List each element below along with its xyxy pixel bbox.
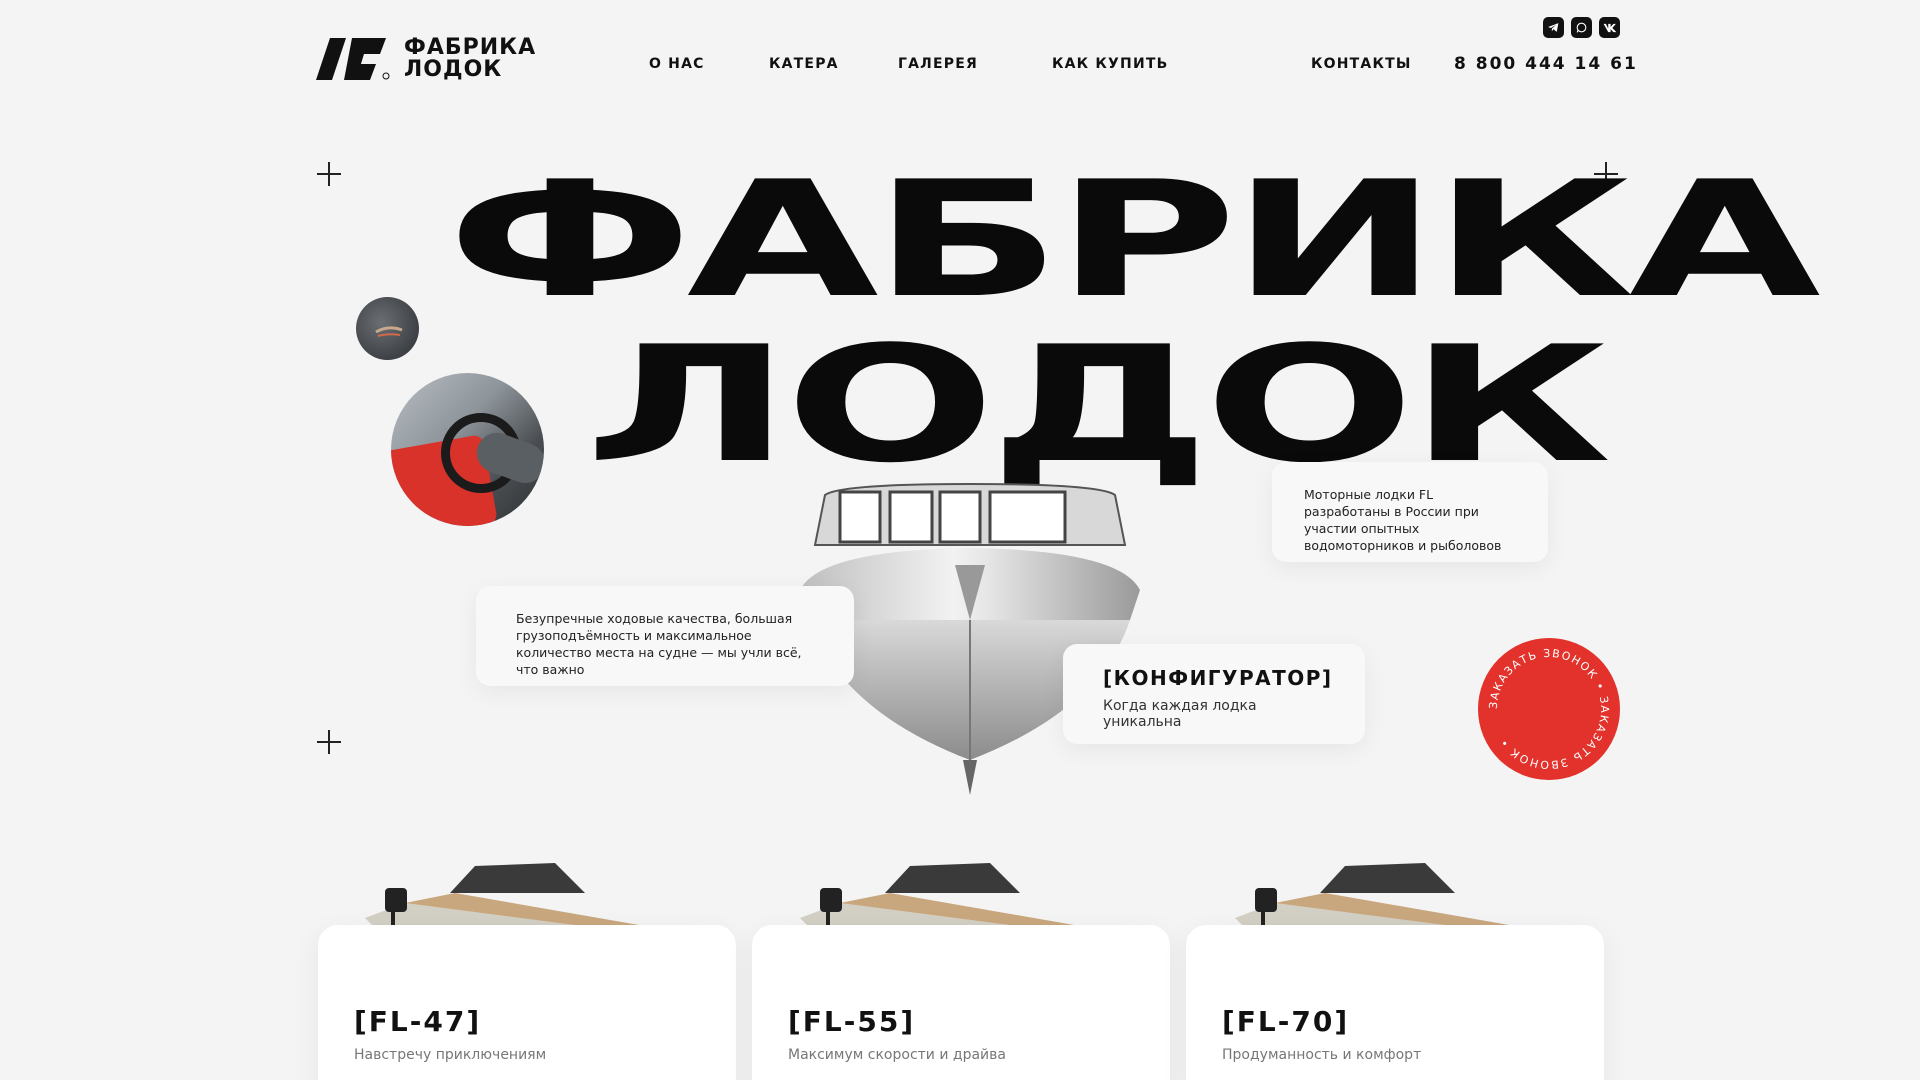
order-call-text: ЗАКАЗАТЬ ЗВОНОК • ЗАКАЗАТЬ ЗВОНОК • [1487, 647, 1610, 771]
nav-about[interactable]: О НАС [649, 56, 705, 72]
info-text-origin: Моторные лодки FL разработаны в России п… [1304, 487, 1502, 553]
logo-mark-icon [316, 38, 390, 80]
telegram-icon[interactable] [1543, 17, 1564, 38]
cross-decoration [317, 730, 341, 754]
whatsapp-icon[interactable] [1571, 17, 1592, 38]
product-description: Продуманность и комфорт [1222, 1047, 1422, 1063]
social-links [1543, 17, 1620, 38]
info-card-features: Безупречные ходовые качества, большая гр… [476, 586, 854, 686]
svg-text:ЗАКАЗАТЬ ЗВОНОК • ЗАКАЗАТЬ ЗВО: ЗАКАЗАТЬ ЗВОНОК • ЗАКАЗАТЬ ЗВОНОК • [1487, 647, 1611, 771]
product-card-fl47[interactable]: [FL-47] Навстречу приключениям [318, 925, 736, 1080]
nav-gallery[interactable]: ГАЛЕРЕЯ [898, 56, 978, 72]
vk-icon[interactable] [1599, 17, 1620, 38]
product-card-fl55[interactable]: [FL-55] Максимум скорости и драйва [752, 925, 1170, 1080]
product-description: Навстречу приключениям [354, 1047, 547, 1063]
info-card-origin: Моторные лодки FL разработаны в России п… [1272, 462, 1548, 562]
info-text-features: Безупречные ходовые качества, большая гр… [516, 611, 802, 677]
configurator-card[interactable]: [КОНФИГУРАТОР] Когда каждая лодка уникал… [1063, 644, 1365, 744]
photo-thumb-small[interactable] [356, 297, 419, 360]
product-name: [FL-55] [788, 1005, 916, 1038]
nav-boats[interactable]: КАТЕРА [769, 56, 839, 72]
product-description: Максимум скорости и драйва [788, 1047, 1006, 1063]
order-call-button[interactable]: ЗАКАЗАТЬ ЗВОНОК • ЗАКАЗАТЬ ЗВОНОК • [1478, 638, 1620, 780]
phone-number[interactable]: 8 800 444 14 61 [1454, 54, 1638, 74]
site-logo[interactable]: ФАБРИКА ЛОДОК [316, 34, 536, 84]
configurator-title: [КОНФИГУРАТОР] [1103, 666, 1333, 690]
cross-decoration [317, 162, 341, 186]
nav-contacts[interactable]: КОНТАКТЫ [1311, 56, 1412, 72]
hero-title-line2: ЛОДОК [585, 311, 1611, 498]
configurator-subtitle: Когда каждая лодка уникальна [1103, 698, 1257, 730]
nav-how-to-buy[interactable]: КАК КУПИТЬ [1052, 56, 1169, 72]
product-card-fl70[interactable]: [FL-70] Продуманность и комфорт [1186, 925, 1604, 1080]
logo-text: ФАБРИКА ЛОДОК [404, 35, 537, 82]
product-name: [FL-70] [1222, 1005, 1350, 1038]
hero-title-line1: ФАБРИКА [447, 146, 1821, 333]
photo-steering[interactable] [391, 373, 544, 526]
product-name: [FL-47] [354, 1005, 482, 1038]
